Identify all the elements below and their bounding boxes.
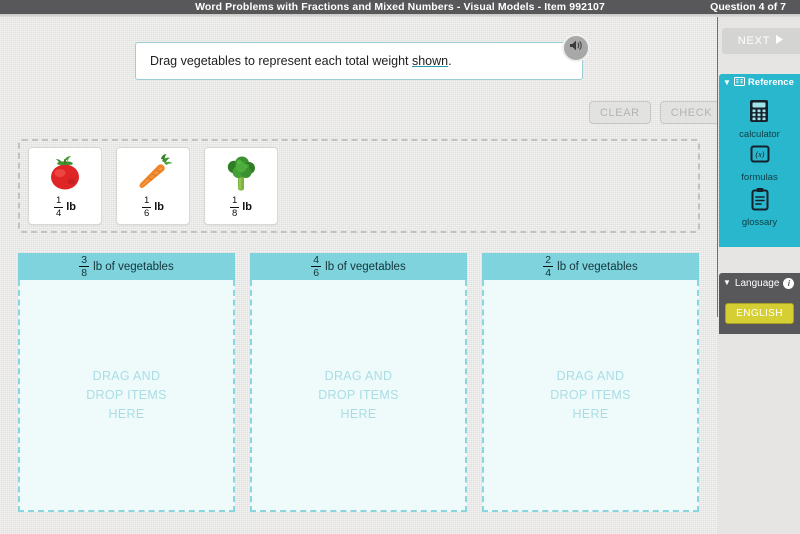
item-weight-broccoli: 1 8 lb [229,195,253,219]
language-panel-header[interactable]: ▼ Language i [719,273,800,293]
audio-play-button[interactable] [562,34,590,62]
next-question-button[interactable]: NEXT [722,28,800,54]
drop-zone-four-sixths: 4 6 lb of vegetables DRAG AND DROP ITEMS… [250,253,467,512]
language-english-button[interactable]: ENGLISH [725,303,794,324]
item-weight-tomato: 1 4 lb [53,195,77,219]
fraction-numerator: 1 [143,195,150,206]
fraction-one-sixth: 1 6 [141,195,152,219]
reference-tool-label: calculator [739,129,780,140]
svg-text:(x): (x) [755,150,764,159]
hint-line-3: HERE [340,406,377,421]
hint-line-3: HERE [108,406,145,421]
instruction-text-tail: . [448,54,452,68]
draggable-item-broccoli[interactable]: 1 8 lb [204,147,278,225]
drop-zone-header: 3 8 lb of vegetables [18,253,235,280]
fraction-numerator: 2 [545,253,552,266]
drop-zone-placeholder: DRAG AND DROP ITEMS HERE [86,367,167,424]
question-stage: Drag vegetables to represent each total … [0,17,724,534]
target-fraction: 3 8 [79,253,90,279]
hint-line-1: DRAG AND [92,368,161,383]
fraction-numerator: 3 [81,253,88,266]
play-triangle-icon [775,35,784,47]
unit-label: lb [242,201,253,213]
reference-tool-label: glossary [741,217,778,228]
top-header-bar: Word Problems with Fractions and Mixed N… [0,0,800,14]
reference-tool-label: formulas [741,172,778,183]
assessment-app: Word Problems with Fractions and Mixed N… [0,0,800,534]
reference-panel-header[interactable]: ▼ Reference [719,74,800,91]
broccoli-icon [218,154,264,194]
hint-line-3: HERE [572,406,609,421]
reference-tool-formulas[interactable]: (x) formulas [741,144,778,183]
speaker-icon [569,39,584,57]
check-button[interactable]: CHECK [659,101,724,124]
formulas-icon: (x) [749,144,771,171]
hint-line-1: DRAG AND [324,368,393,383]
sidebar-divider [717,17,718,317]
fraction-denominator: 8 [229,206,240,219]
fraction-denominator: 4 [53,206,64,219]
draggable-item-tomato[interactable]: 1 4 lb [28,147,102,225]
draggable-item-carrot[interactable]: 1 6 lb [116,147,190,225]
fraction-one-eighth: 1 8 [229,195,240,219]
page-title: Word Problems with Fractions and Mixed N… [195,1,605,13]
drop-zone-header-label: lb of vegetables [557,260,638,273]
fraction-one-fourth: 1 4 [53,195,64,219]
carrot-icon [130,154,176,194]
clear-button[interactable]: CLEAR [589,101,651,124]
hint-line-1: DRAG AND [556,368,625,383]
drop-zone-header-label: lb of vegetables [325,260,406,273]
reference-panel-body: calculator (x) formulas glossary [719,91,800,247]
calculator-icon [748,99,770,128]
hint-line-2: DROP ITEMS [550,387,631,402]
drop-target-area[interactable]: DRAG AND DROP ITEMS HERE [250,280,467,512]
draggable-items-tray: 1 4 lb 1 6 lb 1 8 lb [18,139,700,233]
drop-zone-two-fourths: 2 4 lb of vegetables DRAG AND DROP ITEMS… [482,253,699,512]
target-fraction: 2 4 [543,253,554,279]
hint-line-2: DROP ITEMS [318,387,399,402]
fraction-numerator: 1 [231,195,238,206]
fraction-numerator: 1 [55,195,62,206]
question-counter: Question 4 of 7 [710,1,786,13]
fraction-denominator: 4 [543,266,554,279]
drop-zone-header: 2 4 lb of vegetables [482,253,699,280]
instruction-text-lead: Drag vegetables to represent each total … [150,54,412,68]
reference-tool-glossary[interactable]: glossary [742,187,777,228]
drop-target-area[interactable]: DRAG AND DROP ITEMS HERE [482,280,699,512]
reference-panel-title: Reference [747,77,794,88]
fraction-denominator: 6 [311,266,322,279]
instruction-box: Drag vegetables to represent each total … [135,42,583,80]
drop-zone-placeholder: DRAG AND DROP ITEMS HERE [318,367,399,424]
action-button-row: CLEAR CHECK [589,101,724,124]
language-panel-title: Language [734,277,780,289]
fraction-denominator: 8 [79,266,90,279]
unit-label: lb [154,201,165,213]
fraction-numerator: 4 [313,253,320,266]
drop-zone-header: 4 6 lb of vegetables [250,253,467,280]
reference-book-icon [733,76,745,89]
unit-label: lb [66,201,77,213]
drop-zone-placeholder: DRAG AND DROP ITEMS HERE [550,367,631,424]
caret-down-icon: ▼ [723,77,731,87]
instruction-text: Drag vegetables to represent each total … [150,54,452,68]
drop-zone-three-eighths: 3 8 lb of vegetables DRAG AND DROP ITEMS… [18,253,235,512]
language-panel-body: ENGLISH [719,293,800,334]
tomato-icon [42,154,88,194]
next-button-label: NEXT [737,35,771,47]
info-icon[interactable]: i [783,277,795,289]
item-weight-carrot: 1 6 lb [141,195,165,219]
drop-zone-row: 3 8 lb of vegetables DRAG AND DROP ITEMS… [18,253,700,512]
fraction-denominator: 6 [141,206,152,219]
drop-target-area[interactable]: DRAG AND DROP ITEMS HERE [18,280,235,512]
reference-tool-calculator[interactable]: calculator [739,99,780,140]
glossary-clipboard-icon [750,187,770,216]
instruction-link-shown[interactable]: shown [412,54,448,68]
target-fraction: 4 6 [311,253,322,279]
drop-zone-header-label: lb of vegetables [93,260,174,273]
caret-down-icon: ▼ [723,278,731,287]
hint-line-2: DROP ITEMS [86,387,167,402]
